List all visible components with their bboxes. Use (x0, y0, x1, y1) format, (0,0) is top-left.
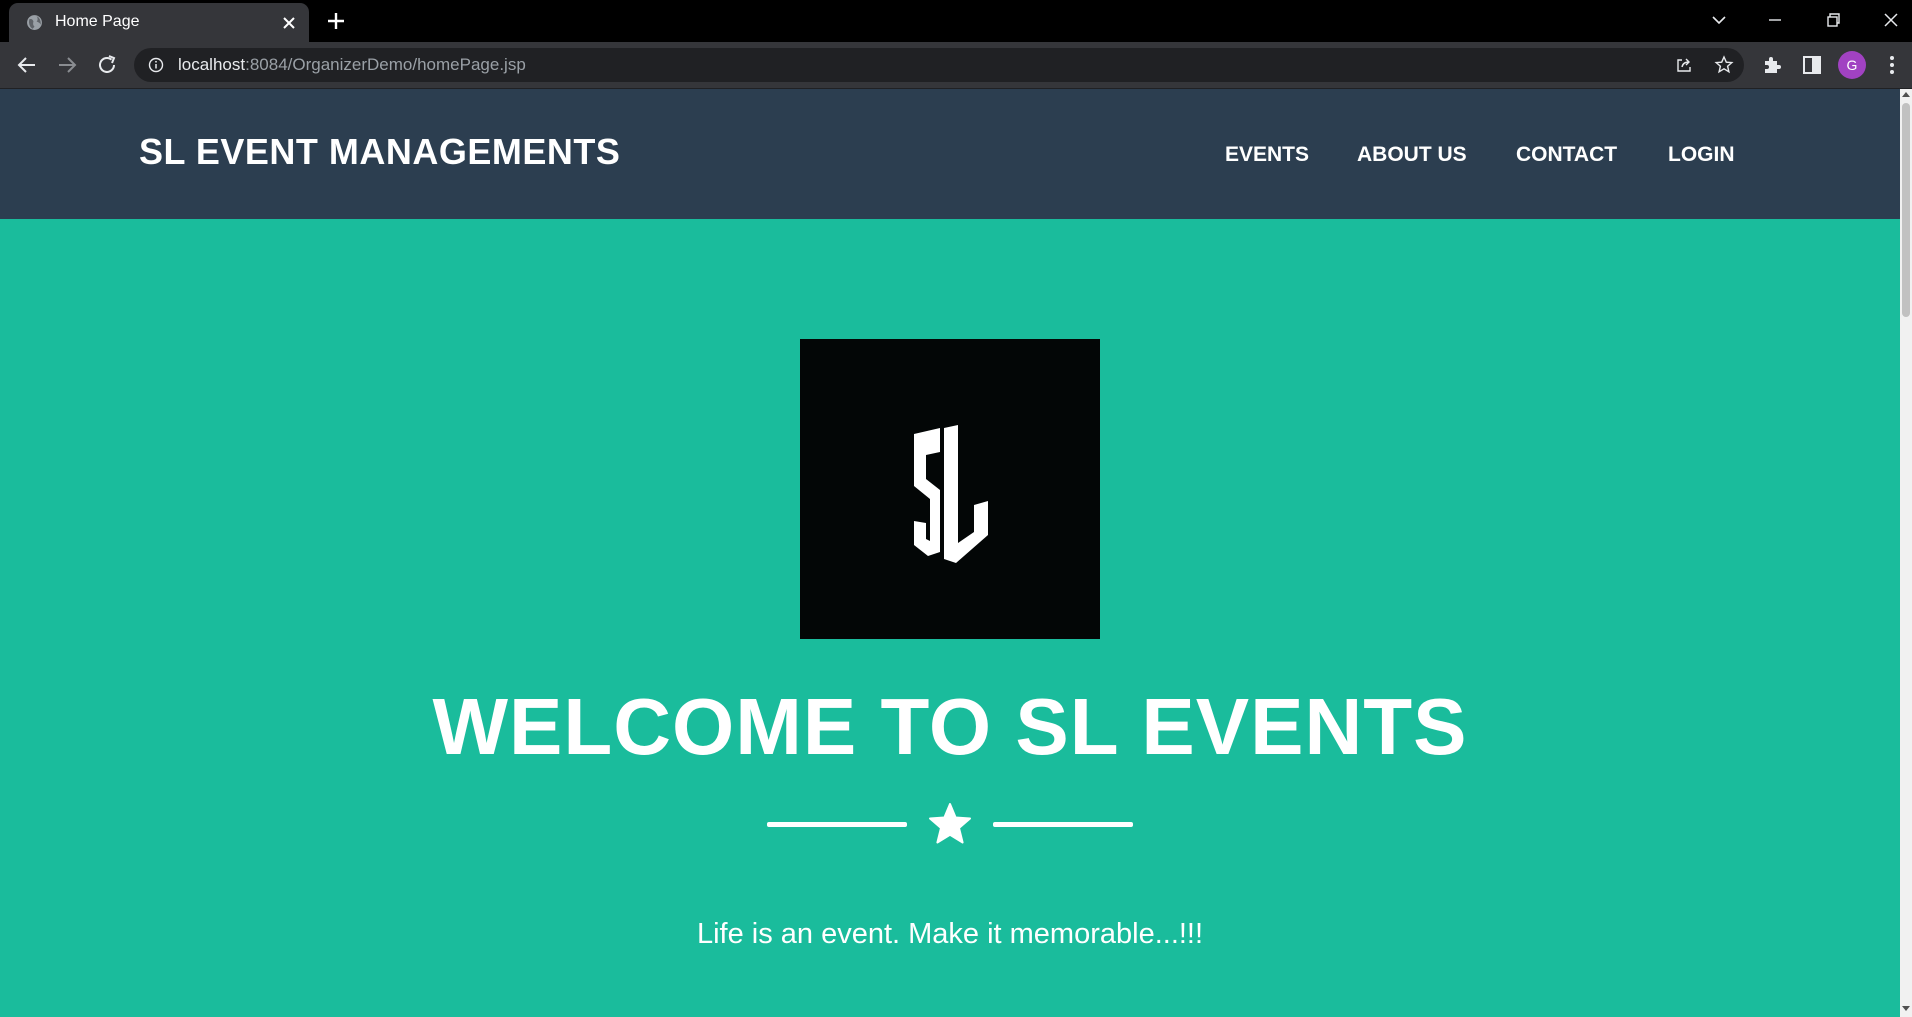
new-tab-plus-icon[interactable] (326, 11, 346, 31)
close-tab-icon[interactable] (281, 15, 297, 31)
share-icon[interactable] (1674, 55, 1694, 75)
menu-dots-icon[interactable] (1881, 54, 1903, 76)
nav-link-login[interactable]: LOGIN (1668, 143, 1735, 167)
globe-icon (27, 15, 42, 30)
scroll-up-arrow-icon[interactable] (1902, 91, 1910, 99)
bookmark-star-icon[interactable] (1714, 55, 1734, 75)
url-text[interactable]: localhost:8084/OrganizerDemo/homePage.js… (178, 55, 526, 75)
minimize-icon[interactable] (1763, 8, 1787, 32)
profile-avatar[interactable]: G (1838, 51, 1866, 79)
extensions-puzzle-icon[interactable] (1761, 54, 1783, 76)
tab-search-chevron-icon[interactable] (1707, 8, 1731, 32)
divider-line-right (993, 822, 1133, 827)
browser-toolbar: localhost:8084/OrganizerDemo/homePage.js… (0, 42, 1912, 89)
close-window-icon[interactable] (1879, 8, 1903, 32)
page-scrollbar[interactable] (1900, 89, 1912, 1017)
nav-link-contact[interactable]: CONTACT (1516, 143, 1617, 167)
site-navbar: SL EVENT MANAGEMENTS EVENTS ABOUT US CON… (0, 89, 1900, 219)
tab-title: Home Page (55, 13, 140, 30)
nav-link-about-us[interactable]: ABOUT US (1357, 143, 1467, 167)
scrollbar-thumb[interactable] (1902, 103, 1910, 317)
url-host: localhost (178, 55, 246, 74)
page-viewport: SL EVENT MANAGEMENTS EVENTS ABOUT US CON… (0, 89, 1900, 1017)
star-icon (929, 803, 971, 844)
scroll-down-arrow-icon[interactable] (1902, 1004, 1910, 1012)
reload-icon[interactable] (95, 53, 119, 77)
hero-tagline: Life is an event. Make it memorable...!!… (696, 918, 1204, 950)
nav-link-events[interactable]: EVENTS (1225, 143, 1309, 167)
restore-icon[interactable] (1821, 8, 1845, 32)
browser-tab-strip: Home Page (0, 0, 1912, 42)
back-arrow-icon[interactable] (15, 53, 39, 77)
forward-arrow-icon[interactable] (55, 53, 79, 77)
side-panel-icon[interactable] (1801, 54, 1823, 76)
hero-title: WELCOME TO SL EVENTS (432, 682, 1468, 771)
site-brand[interactable]: SL EVENT MANAGEMENTS (139, 131, 620, 173)
address-bar[interactable]: localhost:8084/OrganizerDemo/homePage.js… (134, 48, 1744, 82)
browser-tab[interactable]: Home Page (9, 3, 309, 42)
sl-logo-mark (914, 425, 988, 563)
sl-logo (800, 339, 1100, 639)
divider-line-left (767, 822, 907, 827)
url-path: :8084/OrganizerDemo/homePage.jsp (245, 55, 526, 74)
site-info-icon[interactable] (148, 57, 164, 73)
